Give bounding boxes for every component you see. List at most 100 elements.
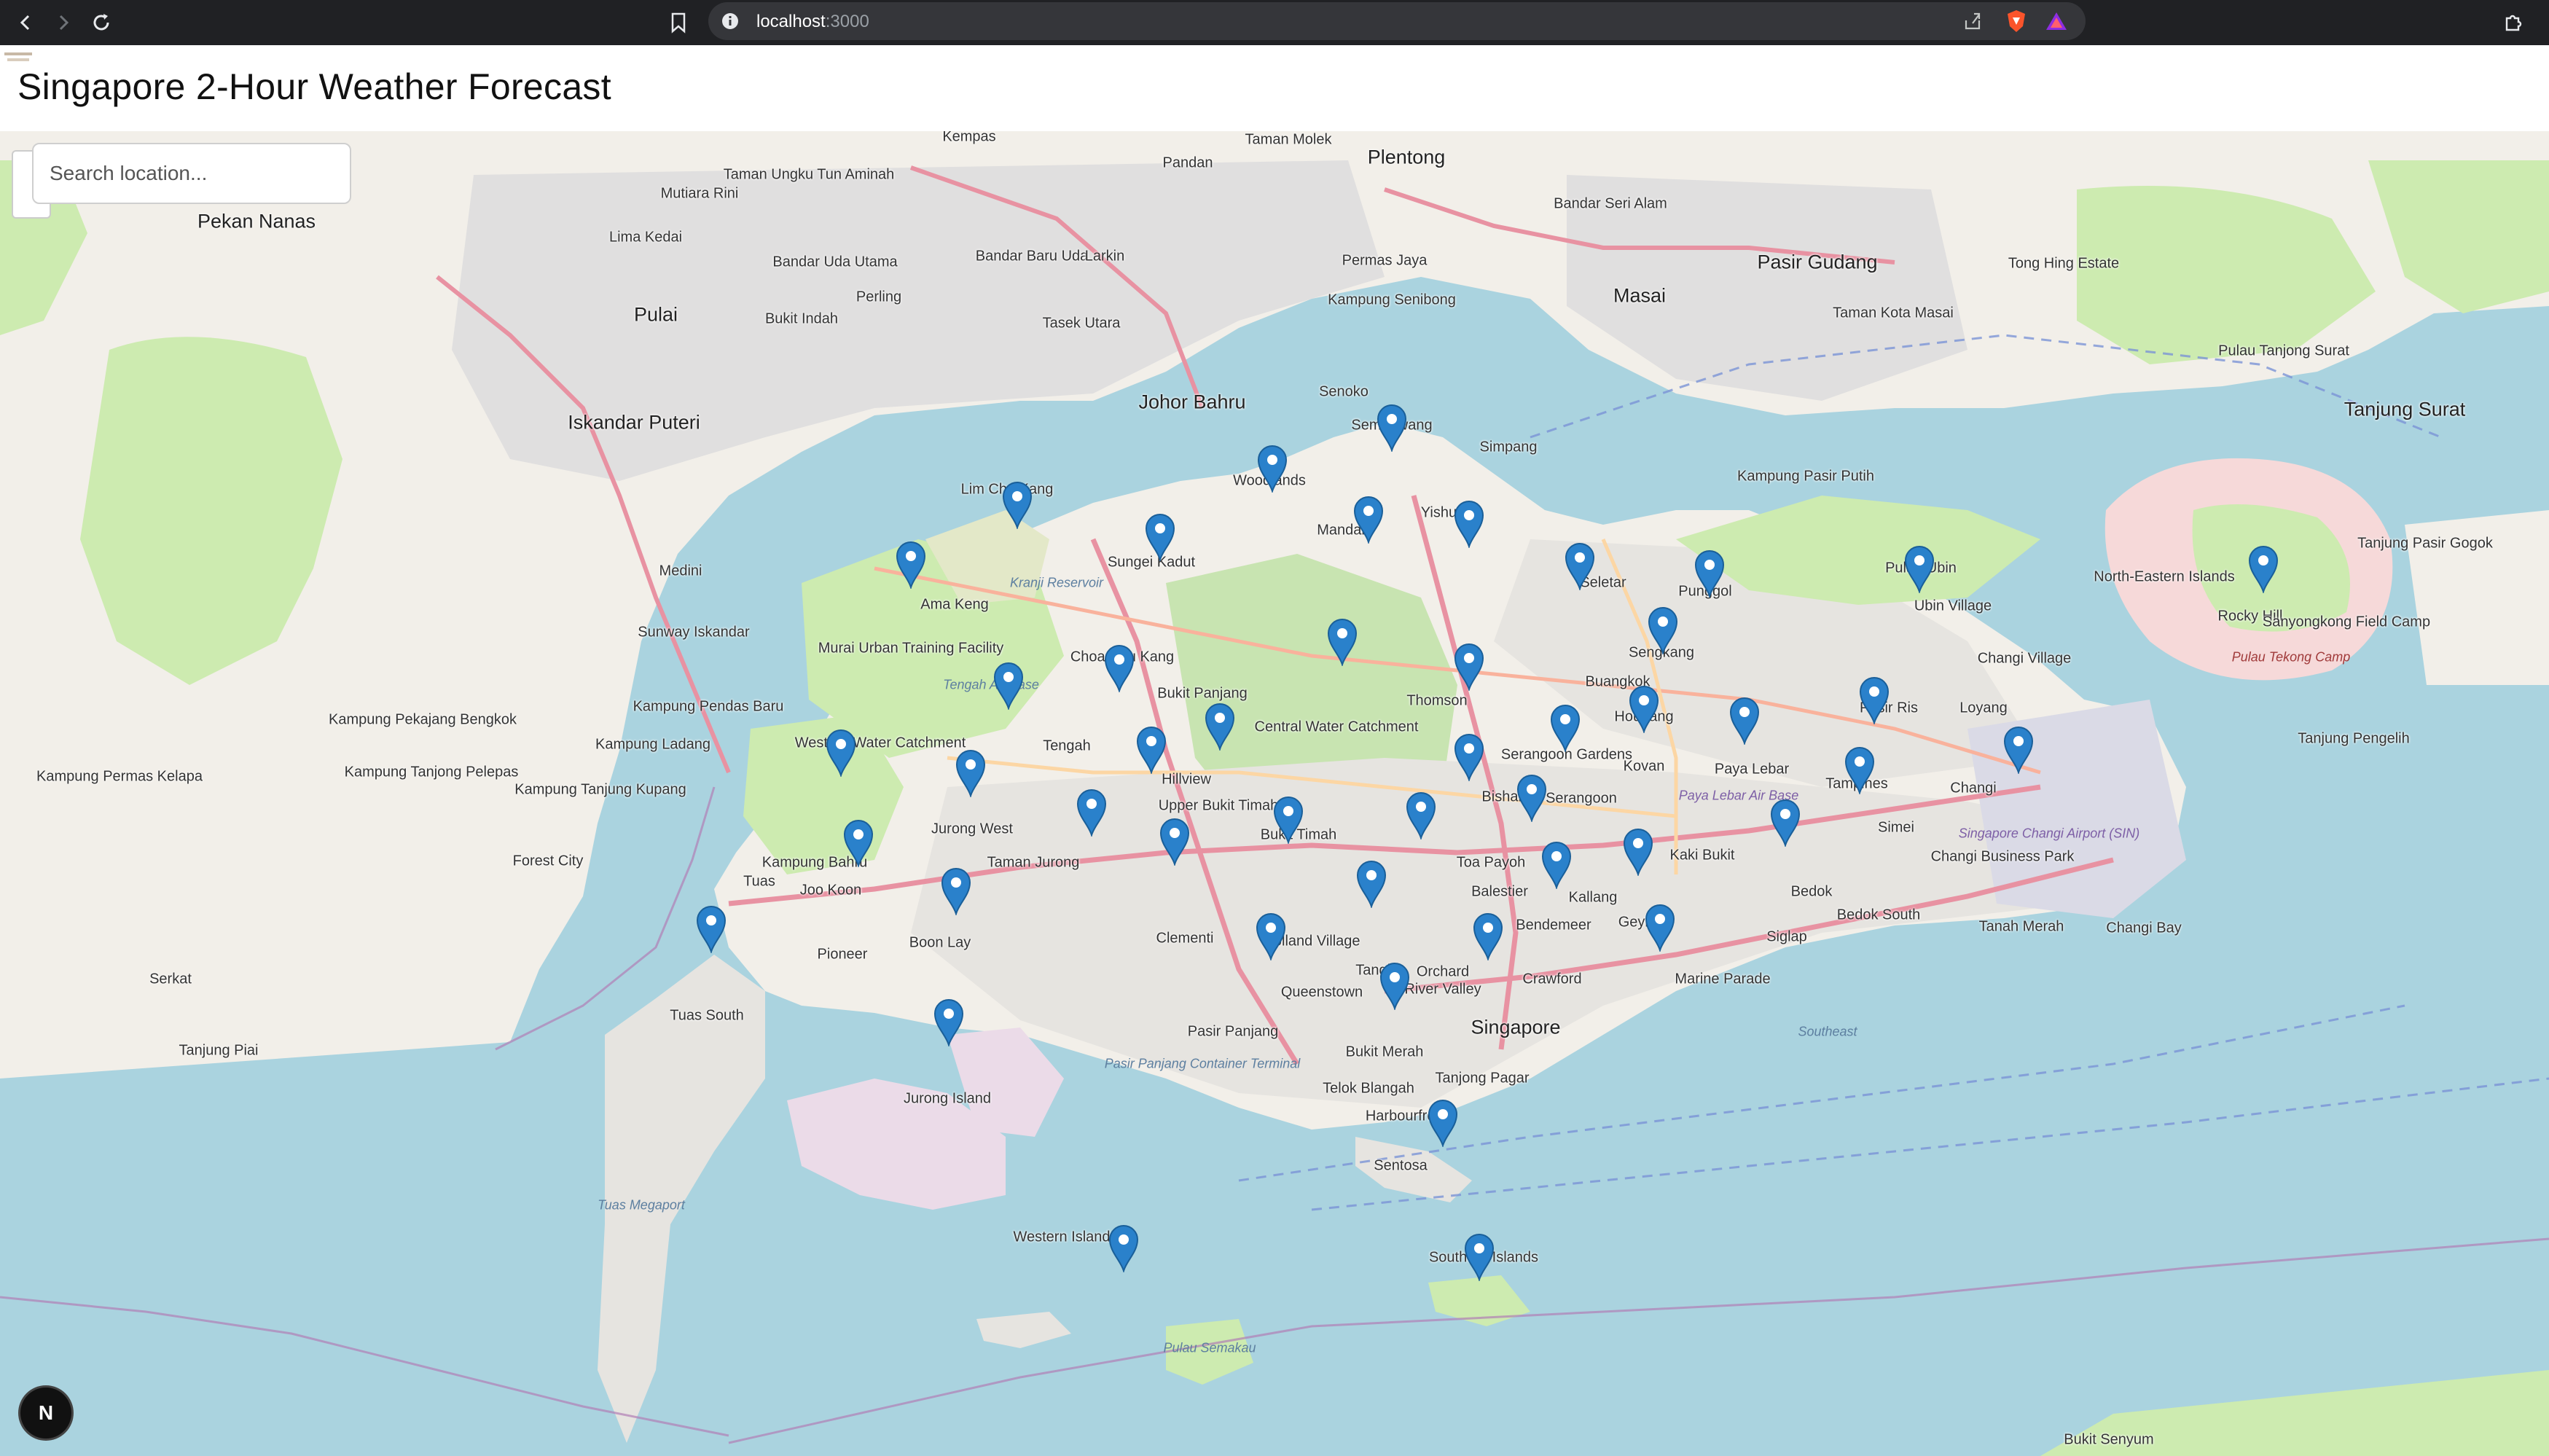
- weather-marker-pin[interactable]: [1257, 445, 1288, 494]
- weather-marker-pin[interactable]: [1273, 796, 1304, 845]
- place-label: River Valley: [1404, 981, 1481, 998]
- weather-marker-pin[interactable]: [955, 749, 986, 799]
- weather-marker-pin[interactable]: [1377, 404, 1407, 453]
- place-label: Telok Blangah: [1323, 1080, 1414, 1097]
- brave-shield-icon[interactable]: [2005, 9, 2027, 34]
- weather-marker-pin[interactable]: [1205, 702, 1235, 752]
- weather-marker-pin[interactable]: [1256, 912, 1286, 962]
- place-label: Tanjong Pagar: [1435, 1070, 1530, 1087]
- weather-marker-pin[interactable]: [1694, 549, 1725, 599]
- place-label: Kampung Senibong: [1328, 291, 1456, 308]
- weather-marker-pin[interactable]: [1516, 774, 1547, 823]
- map-pin-icon: [1844, 747, 1875, 796]
- weather-marker-pin[interactable]: [933, 998, 964, 1048]
- weather-marker-pin[interactable]: [1904, 545, 1935, 595]
- weather-marker-pin[interactable]: [2003, 726, 2034, 775]
- weather-marker-pin[interactable]: [826, 729, 856, 778]
- map-pin-icon: [1379, 963, 1410, 1011]
- weather-marker-pin[interactable]: [1729, 697, 1760, 746]
- map-pin-icon: [1454, 734, 1484, 783]
- place-label: Kampung Pasir Putih: [1737, 468, 1874, 485]
- place-label: Tong Hing Estate: [2008, 255, 2120, 272]
- weather-marker-pin[interactable]: [941, 867, 971, 917]
- weather-marker-pin[interactable]: [1076, 788, 1107, 838]
- place-label: Iskandar Puteri: [568, 411, 700, 434]
- weather-marker-pin[interactable]: [1104, 644, 1135, 694]
- map-pin-icon: [1648, 607, 1678, 656]
- weather-marker-pin[interactable]: [1473, 912, 1503, 962]
- search-input[interactable]: [32, 143, 351, 204]
- weather-marker-pin[interactable]: [1356, 860, 1387, 909]
- weather-marker-pin[interactable]: [1379, 962, 1410, 1011]
- map-pin-icon: [1645, 904, 1675, 953]
- place-label: Sanyongkong Field Camp: [2262, 614, 2431, 630]
- site-info-icon[interactable]: [719, 9, 742, 33]
- place-label: Johor Bahru: [1138, 391, 1246, 413]
- reload-button[interactable]: [85, 6, 118, 39]
- weather-marker-pin[interactable]: [1327, 618, 1358, 668]
- weather-marker-pin[interactable]: [1541, 841, 1572, 891]
- place-label: Toa Payoh: [1456, 854, 1526, 871]
- weather-marker-pin[interactable]: [2248, 545, 2279, 595]
- place-label: Hillview: [1162, 771, 1211, 788]
- weather-marker-pin[interactable]: [993, 662, 1024, 711]
- dev-tools-badge[interactable]: N: [20, 1387, 71, 1439]
- map-pin-icon: [1353, 496, 1384, 545]
- place-label: Simei: [1877, 819, 1915, 836]
- weather-marker-pin[interactable]: [1159, 818, 1190, 867]
- weather-marker-pin[interactable]: [1454, 643, 1484, 692]
- place-label: Pioneer: [817, 946, 868, 963]
- place-label: Kampung Tanjong Pelepas: [344, 764, 519, 780]
- place-label: Masai: [1613, 284, 1667, 307]
- address-bar[interactable]: localhost:3000: [708, 2, 2086, 40]
- bookmark-button[interactable]: [662, 6, 695, 39]
- weather-marker-pin[interactable]: [1136, 726, 1167, 775]
- place-label: Pulau Tekong Camp: [2231, 649, 2351, 665]
- place-label: Western Islands: [1013, 1229, 1118, 1245]
- brave-rewards-icon[interactable]: [2045, 10, 2068, 32]
- weather-marker-pin[interactable]: [1565, 542, 1595, 592]
- place-label: Queenstown: [1280, 984, 1363, 1001]
- map-pin-icon: [1904, 546, 1935, 595]
- weather-marker-pin[interactable]: [1454, 733, 1484, 783]
- back-button[interactable]: [9, 6, 42, 39]
- weather-marker-pin[interactable]: [1648, 606, 1678, 656]
- place-label: Orchard: [1416, 963, 1470, 980]
- weather-marker-pin[interactable]: [1629, 685, 1659, 735]
- weather-marker-pin[interactable]: [1645, 904, 1675, 953]
- weather-marker-pin[interactable]: [1145, 513, 1175, 563]
- share-icon[interactable]: [1962, 10, 1984, 32]
- place-label: Marine Parade: [1675, 971, 1771, 987]
- map-pin-icon: [1428, 1100, 1458, 1148]
- place-label: Taman Jurong: [987, 854, 1080, 871]
- weather-marker-pin[interactable]: [1454, 500, 1484, 549]
- place-label: Tanjung Pasir Gogok: [2357, 535, 2493, 552]
- map-pin-icon: [1136, 727, 1167, 775]
- place-label: Upper Bukit Timah: [1158, 797, 1279, 814]
- weather-marker-pin[interactable]: [1770, 799, 1801, 848]
- weather-marker-pin[interactable]: [1406, 791, 1436, 841]
- forward-button[interactable]: [47, 6, 80, 39]
- place-label: Bandar Uda Utama: [772, 254, 898, 270]
- weather-marker-pin[interactable]: [1428, 1099, 1458, 1148]
- weather-marker-pin[interactable]: [1002, 481, 1033, 531]
- map-pin-icon: [843, 820, 874, 869]
- bookmark-icon: [671, 12, 686, 34]
- weather-marker-pin[interactable]: [1859, 676, 1890, 726]
- weather-marker-pin[interactable]: [1550, 704, 1581, 754]
- place-label: Singapore: [1471, 1016, 1561, 1038]
- place-label: Plentong: [1367, 146, 1446, 168]
- page-title: Singapore 2-Hour Weather Forecast: [17, 66, 611, 107]
- weather-marker-pin[interactable]: [843, 819, 874, 869]
- weather-marker-pin[interactable]: [1844, 746, 1875, 796]
- weather-marker-pin[interactable]: [1353, 496, 1384, 545]
- weather-marker-pin[interactable]: [1623, 828, 1653, 877]
- map[interactable]: Kempas Taman Molek Plentong Bandar Seri …: [0, 131, 2549, 1456]
- weather-marker-pin[interactable]: [1108, 1224, 1139, 1274]
- weather-marker-pin[interactable]: [696, 905, 727, 955]
- weather-marker-pin[interactable]: [1464, 1233, 1495, 1283]
- place-label: Taman Kota Masai: [1833, 305, 1954, 321]
- place-label: Changi Business Park: [1930, 848, 2075, 865]
- extensions-button[interactable]: [2497, 6, 2530, 39]
- weather-marker-pin[interactable]: [896, 541, 926, 590]
